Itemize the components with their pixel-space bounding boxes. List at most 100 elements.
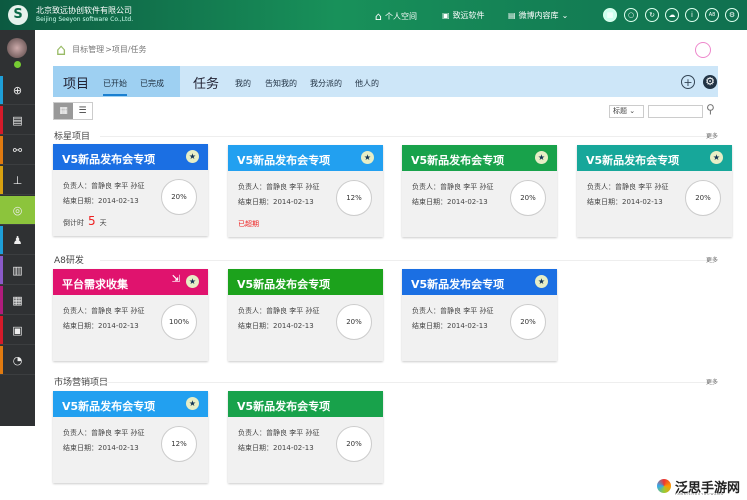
watermark-logo: 泛思手游网 FANSISHOUYOUWANG [655,476,745,498]
sidebar-item-report[interactable]: ▤ [0,106,35,135]
divider [100,136,715,137]
card-title[interactable]: 平台需求收集 [62,278,128,291]
owner-names: 曾静良 李平 孙征 [266,429,320,437]
project-card[interactable]: V5新品发布会专项 ★ 负责人：曾静良 李平 孙征 结束日期：2014-02-13 12… [53,391,208,483]
tab-assigned-by-me[interactable]: 我分派的 [310,78,342,89]
nav-weibo-library[interactable]: ▤ 微博内容库 ⌄ [508,10,568,21]
owners-line: 负责人：曾静良 李平 孙征 [63,306,144,316]
card-header[interactable]: V5新品发布会专项 ★ [402,145,557,171]
project-card[interactable]: 平台需求收集 ★ ⇲ 负责人：曾静良 李平 孙征 结束日期：2014-02-13 100% [53,269,208,361]
card-header[interactable]: V5新品发布会专项 [228,391,383,417]
card-title[interactable]: V5新品发布会专项 [411,278,504,291]
card-title[interactable]: V5新品发布会专项 [411,154,504,167]
add-icon[interactable]: + [681,75,695,89]
card-header[interactable]: V5新品发布会专项 ★ [53,144,208,170]
calendar-icon: ▦ [12,294,23,307]
sidebar-item-share[interactable]: ⚯ [0,136,35,165]
card-header[interactable]: 平台需求收集 ★ ⇲ [53,269,208,295]
star-icon[interactable]: ★ [535,151,548,164]
star-icon[interactable]: ★ [535,275,548,288]
more-link[interactable]: 更多 [706,377,718,386]
a8-icon[interactable]: A8 [705,8,719,22]
filter-select[interactable]: 标题 ⌄ [609,105,644,118]
home-icon[interactable]: ⌂ [56,40,66,59]
card-header[interactable]: V5新品发布会专项 ★ [402,269,557,295]
stamp-icon: ⊥ [12,174,23,187]
project-card[interactable]: V5新品发布会专项 ★ 负责人：曾静良 李平 孙征 结束日期：2014-02-13 20… [402,145,557,237]
sidebar-item-calendar[interactable]: ▦ [0,286,35,315]
building-icon: ▣ [442,11,450,20]
search-input[interactable] [648,105,703,118]
end-date-line: 结束日期：2014-02-13 [238,197,314,207]
library-icon: ▤ [508,11,516,20]
clock-icon[interactable] [695,42,711,58]
card-header[interactable]: V5新品发布会专项 ★ [577,145,732,171]
card-title[interactable]: V5新品发布会专项 [62,153,155,166]
star-icon[interactable]: ★ [186,150,199,163]
end-date-line: 结束日期：2014-02-13 [412,321,488,331]
project-card[interactable]: V5新品发布会专项 ★ 负责人：曾静良 李平 孙征 结束日期：2014-02-13 20… [402,269,557,361]
search-icon[interactable]: ⚲ [706,102,715,116]
owners-line: 负责人：曾静良 李平 孙征 [587,182,668,192]
view-toggle: ▦ ☰ [53,102,93,120]
settings-icon[interactable]: ⚙ [725,8,739,22]
card-header[interactable]: V5新品发布会专项 ★ [228,145,383,171]
grid-icon[interactable]: ▦ [603,8,617,22]
owners-line: 负责人：曾静良 李平 孙征 [63,428,144,438]
star-icon[interactable]: ★ [710,151,723,164]
card-title[interactable]: V5新品发布会专项 [62,400,155,413]
project-card[interactable]: V5新品发布会专项 ★ 负责人：曾静良 李平 孙征 结束日期：2014-02-13 12… [228,145,383,237]
end-date-line: 结束日期：2014-02-13 [238,321,314,331]
settings-icon[interactable]: ⚙ [703,75,717,89]
sidebar-item-stamp[interactable]: ⊥ [0,166,35,195]
project-card[interactable]: V5新品发布会专项 ★ 负责人：曾静良 李平 孙征 结束日期：2014-02-13 20… [577,145,732,237]
chevron-down-icon: ⌄ [561,11,569,20]
sidebar-item-person[interactable]: ♟ [0,226,35,255]
project-card[interactable]: V5新品发布会专项 ★ 负责人：曾静良 李平 孙征 结束日期：2014-02-13 20… [53,144,208,236]
star-icon[interactable]: ★ [361,151,374,164]
sidebar-item-gauge[interactable]: ◔ [0,346,35,375]
more-link[interactable]: 更多 [706,131,718,140]
more-link[interactable]: 更多 [706,255,718,264]
avatar[interactable] [7,38,27,58]
company-logo[interactable]: S [8,5,28,25]
owners-line: 负责人：曾静良 李平 孙征 [412,182,493,192]
sidebar-item-briefcase[interactable]: ▣ [0,316,35,345]
card-header[interactable]: V5新品发布会专项 ★ [53,391,208,417]
card-title[interactable]: V5新品发布会专项 [237,278,330,291]
sidebar-item-book[interactable]: ▥ [0,256,35,285]
end-date-label: 结束日期： [63,444,98,452]
export-icon[interactable]: ⇲ [172,274,180,285]
nav-seeyon-software[interactable]: ▣ 致远软件 [442,10,485,21]
project-card[interactable]: V5新品发布会专项 负责人：曾静良 李平 孙征 结束日期：2014-02-13 20% [228,269,383,361]
project-card[interactable]: V5新品发布会专项 负责人：曾静良 李平 孙征 结束日期：2014-02-13 20% [228,391,383,483]
owners-line: 负责人：曾静良 李平 孙征 [238,428,319,438]
refresh-icon[interactable]: ↻ [645,8,659,22]
progress-circle: 20% [336,304,372,340]
card-title[interactable]: V5新品发布会专项 [237,154,330,167]
nav-personal-space[interactable]: ⌂ 个人空间 [375,10,417,23]
star-icon[interactable]: ★ [186,397,199,410]
end-date-line: 结束日期：2014-02-13 [63,443,139,453]
tab-mine[interactable]: 我的 [235,78,251,89]
breadcrumb-root[interactable]: 目标管理 [72,44,104,55]
end-date-label: 结束日期： [238,444,273,452]
cloud-icon[interactable]: ☁ [665,8,679,22]
tab-started[interactable]: 已开始 [103,78,127,96]
card-title[interactable]: V5新品发布会专项 [237,400,330,413]
sidebar-item-target[interactable]: ◎ [0,196,35,225]
info-icon[interactable]: i [685,8,699,22]
star-icon[interactable]: ★ [186,275,199,288]
card-title[interactable]: V5新品发布会专项 [586,154,679,167]
search-icon[interactable]: ○ [624,8,638,22]
target-icon: ◎ [12,204,23,217]
owner-label: 负责人： [412,183,440,191]
list-view-icon[interactable]: ☰ [73,103,92,119]
tab-others[interactable]: 他人的 [355,78,379,89]
card-header[interactable]: V5新品发布会专项 [228,269,383,295]
grid-view-icon[interactable]: ▦ [54,103,73,119]
tab-notified-me[interactable]: 告知我的 [265,78,297,89]
sidebar-item-add[interactable]: ⊕ [0,76,35,105]
owner-names: 曾静良 李平 孙征 [266,307,320,315]
tab-completed[interactable]: 已完成 [140,78,164,89]
